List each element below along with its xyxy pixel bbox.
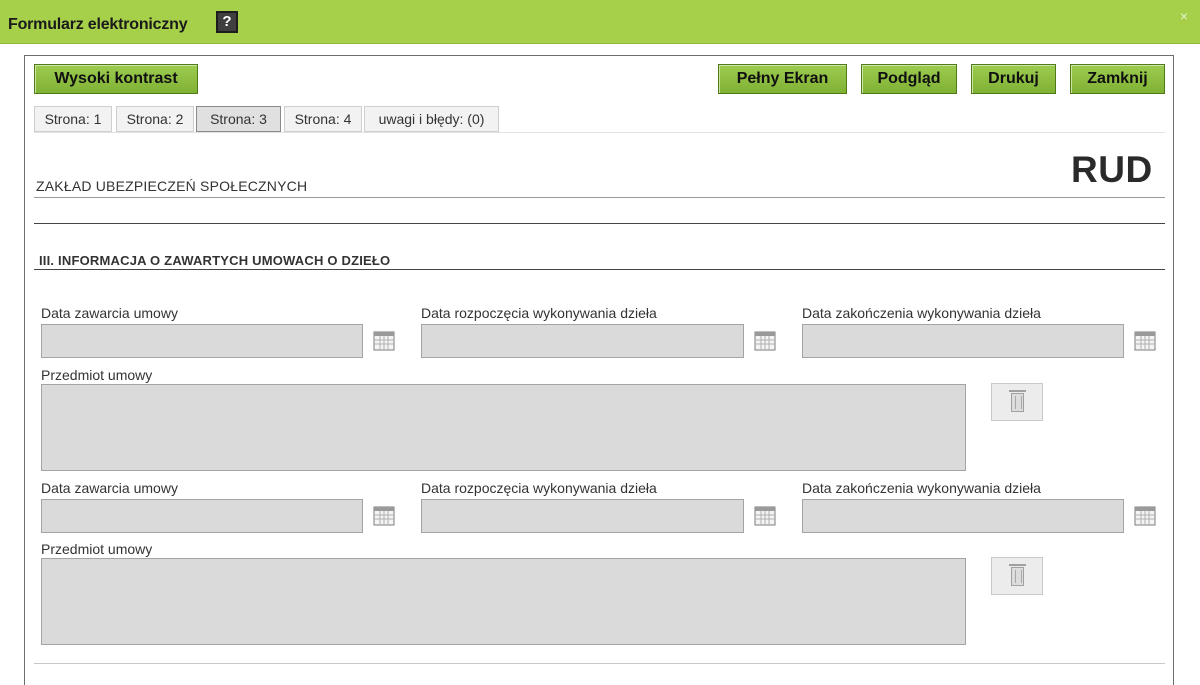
organization-name: ZAKŁAD UBEZPIECZEŃ SPOŁECZNYCH (36, 178, 308, 194)
subject-label: Przedmiot umowy (41, 367, 153, 383)
date-end-label: Data zakończenia wykonywania dzieła (802, 305, 1041, 321)
section-underline (34, 269, 1165, 270)
close-button[interactable]: Zamknij (1070, 64, 1165, 94)
subject-textarea[interactable] (41, 558, 966, 645)
calendar-icon[interactable] (754, 505, 776, 527)
help-icon[interactable]: ? (216, 11, 238, 33)
calendar-icon[interactable] (373, 505, 395, 527)
window-titlebar: Formularz elektroniczny ? × (0, 0, 1200, 44)
preview-button[interactable]: Podgląd (861, 64, 957, 94)
subject-label: Przedmiot umowy (41, 541, 153, 557)
tab-page-2[interactable]: Strona: 2 (116, 106, 194, 132)
delete-row-button[interactable] (991, 557, 1043, 595)
header-divider (34, 197, 1165, 198)
window-title: Formularz elektroniczny (8, 16, 188, 33)
form-code: RUD (1071, 149, 1153, 190)
trash-icon (1009, 564, 1026, 586)
date-start-input[interactable] (421, 324, 744, 358)
trash-icon (1009, 390, 1026, 412)
tab-page-4[interactable]: Strona: 4 (284, 106, 362, 132)
date-start-label: Data rozpoczęcia wykonywania dzieła (421, 480, 657, 496)
high-contrast-button[interactable]: Wysoki kontrast (34, 64, 198, 94)
fullscreen-button[interactable]: Pełny Ekran (718, 64, 847, 94)
subject-textarea[interactable] (41, 384, 966, 471)
date-start-input[interactable] (421, 499, 744, 533)
close-icon[interactable]: × (1180, 8, 1188, 24)
tab-page-3[interactable]: Strona: 3 (196, 106, 281, 132)
tab-page-1[interactable]: Strona: 1 (34, 106, 112, 132)
date-signed-label: Data zawarcia umowy (41, 305, 178, 321)
print-button[interactable]: Drukuj (971, 64, 1056, 94)
header-divider-dark (34, 223, 1165, 224)
tab-errors[interactable]: uwagi i błędy: (0) (364, 106, 499, 132)
date-end-label: Data zakończenia wykonywania dzieła (802, 480, 1041, 496)
section-title: III. INFORMACJA O ZAWARTYCH UMOWACH O DZ… (39, 253, 391, 268)
form-frame: Wysoki kontrast Pełny Ekran Podgląd Druk… (24, 55, 1174, 685)
date-end-input[interactable] (802, 324, 1124, 358)
date-signed-input[interactable] (41, 499, 363, 533)
date-end-input[interactable] (802, 499, 1124, 533)
date-signed-input[interactable] (41, 324, 363, 358)
delete-row-button[interactable] (991, 383, 1043, 421)
date-signed-label: Data zawarcia umowy (41, 480, 178, 496)
date-start-label: Data rozpoczęcia wykonywania dzieła (421, 305, 657, 321)
calendar-icon[interactable] (1134, 505, 1156, 527)
bottom-divider (34, 663, 1165, 664)
calendar-icon[interactable] (373, 330, 395, 352)
tab-divider (34, 132, 1165, 133)
calendar-icon[interactable] (1134, 330, 1156, 352)
calendar-icon[interactable] (754, 330, 776, 352)
